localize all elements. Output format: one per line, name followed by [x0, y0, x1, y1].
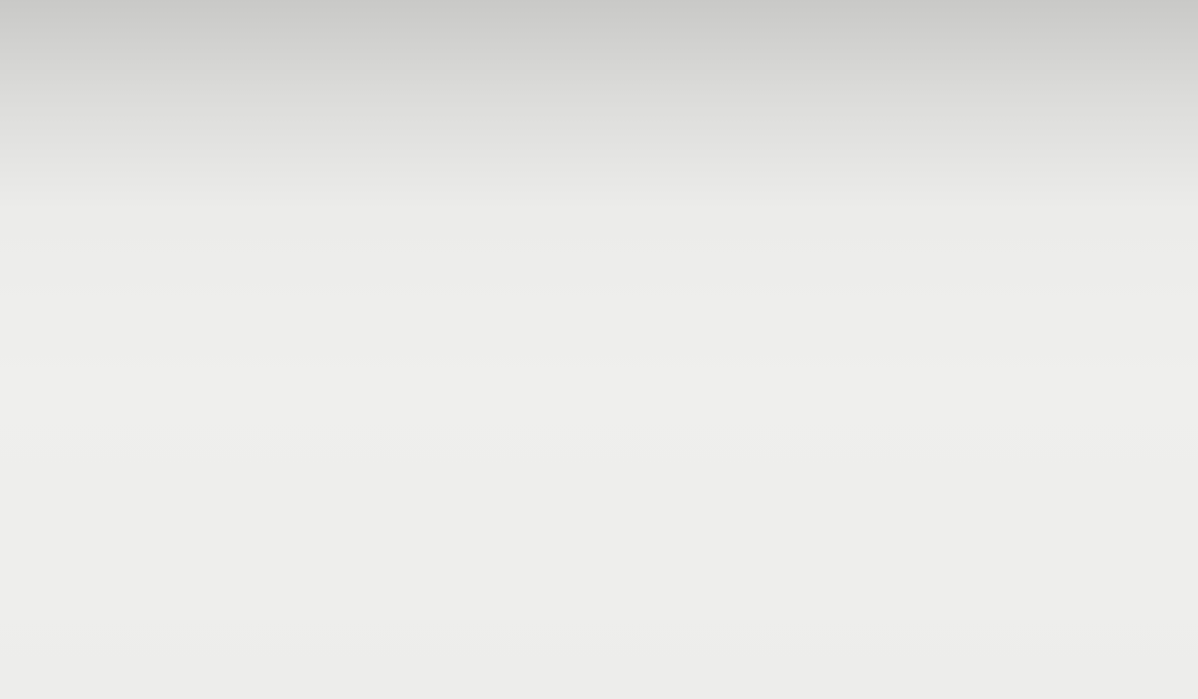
pipeline-header [0, 0, 1198, 74]
pipeline-chart [0, 0, 1198, 699]
